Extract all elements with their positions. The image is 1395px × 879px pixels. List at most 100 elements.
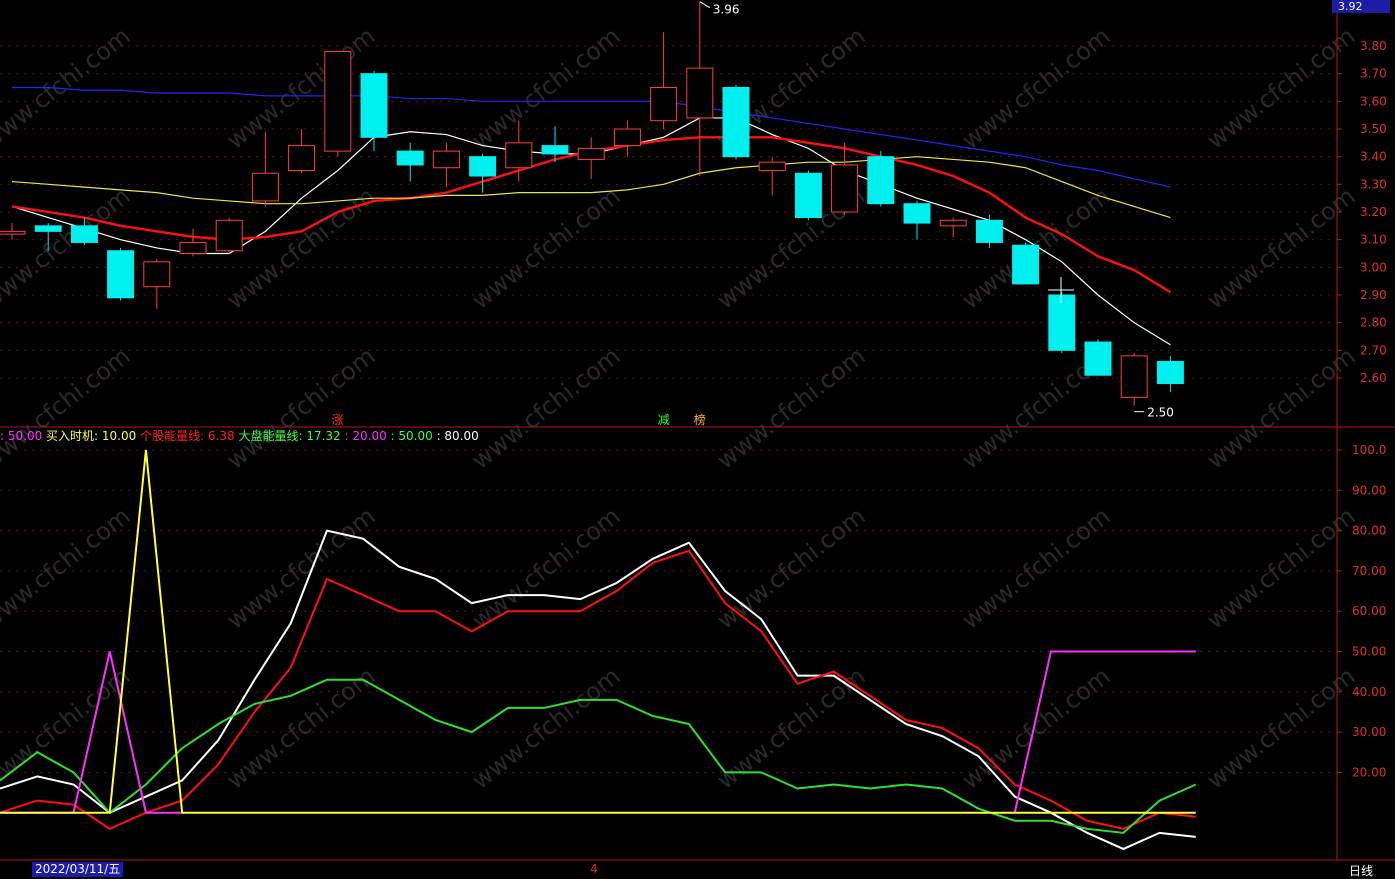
watermark-text: www.cfchi.com: [711, 662, 870, 795]
high-arrow: [699, 1, 711, 9]
candle-body: [758, 161, 786, 171]
candle-body: [251, 172, 279, 202]
candle: [1084, 339, 1112, 376]
candle: [975, 214, 1003, 248]
candle-body: [0, 230, 26, 235]
candle: [577, 137, 605, 179]
indicator-grid: [0, 449, 1337, 773]
candle: [613, 120, 641, 157]
watermark-text: www.cfchi.com: [466, 662, 625, 795]
indicator-legend: : 50.00 买入时机: 10.00 个股能量线: 6.38 大盘能量线: 1…: [0, 427, 479, 443]
indicator-tick-label: 100.0: [1352, 443, 1386, 457]
page-number: 4: [590, 862, 598, 876]
candle-body: [1048, 294, 1076, 351]
indicator-tick-label: 60.00: [1352, 604, 1386, 618]
candle: [324, 51, 352, 157]
candle-body: [975, 219, 1003, 243]
watermark-text: www.cfchi.com: [221, 662, 380, 795]
candle: [215, 217, 243, 254]
candle-body: [722, 87, 750, 158]
watermark-text: www.cfchi.com: [956, 502, 1115, 635]
price-tick-label: 3.60: [1360, 94, 1387, 108]
indicator-tick-label: 50.00: [1352, 645, 1386, 659]
candle-body: [686, 67, 714, 119]
candle-body: [903, 203, 931, 224]
watermark-text: www.cfchi.com: [956, 22, 1115, 155]
watermark-text: www.cfchi.com: [956, 662, 1115, 795]
candle-body: [324, 51, 352, 152]
candle: [1120, 353, 1148, 406]
candle: [939, 217, 967, 237]
candle-body: [867, 156, 895, 205]
candle: [0, 223, 26, 240]
candle-body: [1156, 360, 1184, 385]
candle-body: [34, 225, 62, 232]
legend-item: : 20.00: [340, 429, 387, 443]
legend-item: : 50.00: [0, 429, 43, 443]
candle: [1012, 242, 1040, 285]
price-tick-label: 3.40: [1360, 150, 1387, 164]
price-tick-label: 3.20: [1360, 205, 1387, 219]
candle-body: [432, 150, 460, 169]
event-marker: 涨: [331, 413, 344, 427]
indicator-tick-label: 90.00: [1352, 483, 1386, 497]
legend-item: : 50.00: [386, 429, 433, 443]
high-label: 3.96: [713, 3, 740, 17]
period-label[interactable]: 日线: [1349, 862, 1373, 879]
low-label: 2.50: [1147, 406, 1174, 420]
price-tick-label: 2.80: [1360, 316, 1387, 330]
date-label: 2022/03/11/五: [32, 862, 124, 877]
candle-body: [396, 150, 424, 166]
event-marker: 榜: [693, 413, 706, 427]
watermark-text: www.cfchi.com: [0, 662, 135, 795]
candle-body: [794, 172, 822, 219]
indicator-tick-label: 70.00: [1352, 564, 1386, 578]
candle: [179, 228, 207, 257]
price-tick-label: 3.70: [1360, 67, 1387, 81]
candle: [469, 153, 497, 193]
legend-item: 买入时机: 10.00: [42, 429, 137, 443]
price-tick-label: 2.60: [1360, 371, 1387, 385]
watermark-text: www.cfchi.com: [711, 502, 870, 635]
candle: [1156, 355, 1184, 392]
candle: [903, 200, 931, 240]
price-tick-label: 3.50: [1360, 122, 1387, 136]
candle: [758, 156, 786, 196]
watermark-text: www.cfchi.com: [0, 502, 135, 635]
candle-body: [288, 145, 316, 172]
indicator-tick-label: 30.00: [1352, 725, 1386, 739]
watermark-text: www.cfchi.com: [0, 342, 135, 475]
candle: [432, 142, 460, 188]
candle: [867, 151, 895, 207]
price-tick-label: 3.10: [1360, 233, 1387, 247]
indicator-tick-label: 40.00: [1352, 685, 1386, 699]
candle-body: [1120, 355, 1148, 398]
price-tick-label: 3.00: [1360, 260, 1387, 274]
candle-body: [179, 241, 207, 255]
candle: [251, 131, 279, 207]
watermark-text: www.cfchi.com: [466, 342, 625, 475]
candle: [288, 129, 316, 174]
candle-body: [143, 261, 171, 288]
watermark-text: www.cfchi.com: [221, 502, 380, 635]
watermark-text: www.cfchi.com: [221, 342, 380, 475]
current-price-tag: 3.92: [1332, 0, 1390, 13]
candle: [794, 170, 822, 221]
candle-body: [469, 156, 497, 177]
candle-body: [107, 250, 135, 299]
watermark-text: www.cfchi.com: [466, 22, 625, 155]
candle-body: [577, 147, 605, 160]
candle-body: [360, 73, 388, 138]
candle: [360, 70, 388, 152]
candle-body: [939, 219, 967, 227]
candle: [722, 84, 750, 160]
candle: [686, 1, 714, 177]
candle: [831, 142, 859, 215]
candle-body: [1084, 341, 1112, 376]
indicator-axis: 100.0 90.00 80.00 70.00 60.00 50.00 40.00 30.00…: [1337, 443, 1386, 779]
indicator-tick-label: 80.00: [1352, 524, 1386, 538]
candle-body: [650, 87, 678, 122]
candle: [107, 247, 135, 301]
indicator-tick-label: 20.00: [1352, 765, 1386, 779]
candle-body: [215, 219, 243, 252]
